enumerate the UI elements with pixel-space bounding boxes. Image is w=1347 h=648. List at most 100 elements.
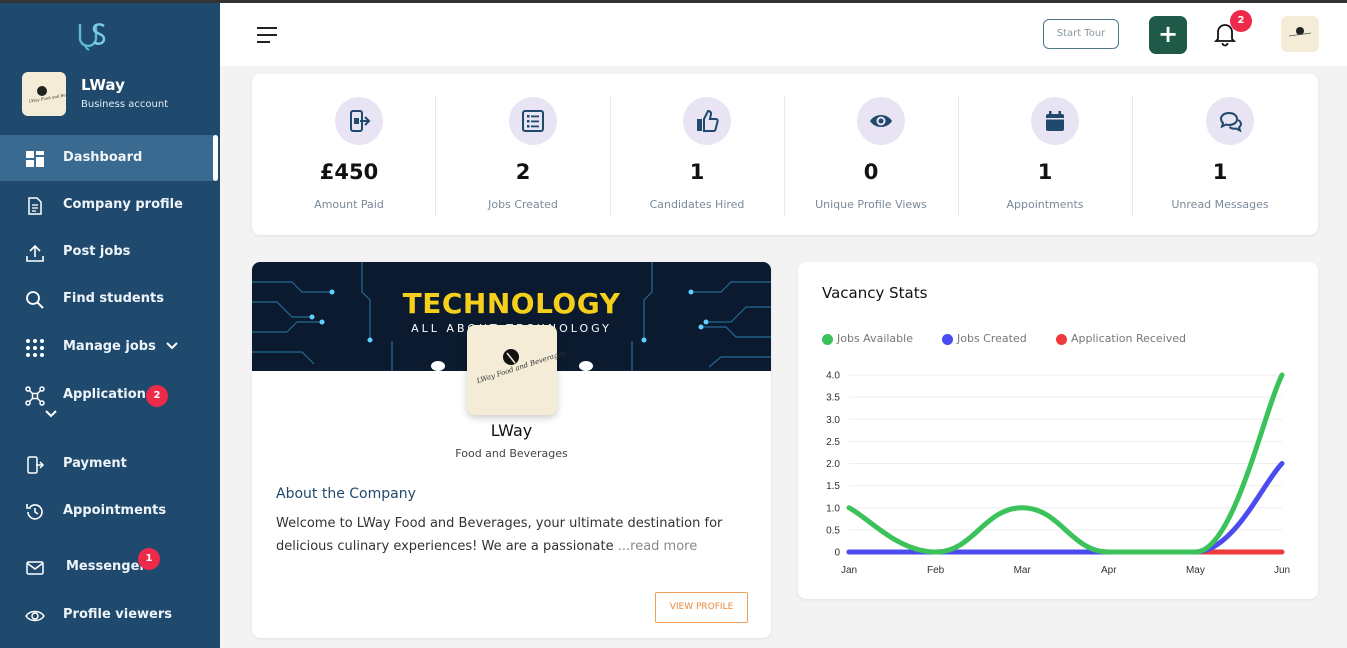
sidebar-item-label: Applications [63, 387, 154, 402]
calendar-icon [1046, 111, 1064, 131]
legend-dot [822, 334, 833, 345]
stat-jobs-created: 2 Jobs Created [436, 74, 610, 235]
company-logo-icon [1288, 27, 1312, 37]
stat-amount-paid: £450 Amount Paid [262, 74, 436, 235]
stat-icon-circle [1206, 97, 1254, 145]
sidebar-item-payment[interactable]: Payment [0, 441, 214, 487]
sidebar-item-appointments[interactable]: Appointments [0, 488, 214, 534]
user-avatar[interactable] [1281, 16, 1319, 52]
y-tick-label: 2.0 [826, 459, 840, 470]
stat-value: 0 [863, 160, 879, 184]
read-more-link[interactable]: ...read more [618, 539, 697, 554]
company-logo-icon: LWay Food and Bev [29, 86, 69, 104]
sidebar-item-label: Appointments [63, 503, 167, 518]
sidebar: LWay Food and Bev LWay Business account … [0, 0, 220, 648]
mail-icon [26, 561, 44, 575]
messenger-badge: 1 [138, 548, 160, 570]
payment-icon [350, 110, 371, 132]
sidebar-item-applications[interactable]: Applications 2 [0, 372, 214, 418]
sidebar-item-label: Company profile [63, 197, 183, 212]
window-top-border [0, 0, 1347, 3]
account-name: LWay [81, 76, 125, 94]
stat-value: 1 [1037, 160, 1053, 184]
account-type: Business account [81, 99, 169, 110]
stat-label: Amount Paid [314, 198, 384, 211]
sidebar-item-label: Messenger [66, 559, 146, 574]
start-tour-button[interactable]: Start Tour [1043, 19, 1119, 49]
y-tick-label: 1.5 [826, 481, 840, 492]
eye-icon [25, 610, 45, 622]
sidebar-item-label: Payment [63, 456, 127, 471]
vacancy-stats-card: Vacancy Stats Jobs Available Jobs Create… [798, 262, 1318, 599]
stat-value: 2 [515, 160, 531, 184]
account-switcher[interactable]: LWay Food and Bev LWay Business account [22, 72, 212, 118]
dashboard-icon [26, 151, 44, 167]
legend-label: Jobs Available [837, 332, 913, 345]
sidebar-item-label: Post jobs [63, 244, 131, 259]
sidebar-item-company-profile[interactable]: Company profile [0, 182, 214, 228]
sidebar-item-label: Profile viewers [63, 607, 173, 622]
stats-card: £450 Amount Paid 2 Jobs Created 1 Candid… [252, 74, 1318, 235]
notification-badge: 2 [1230, 10, 1252, 32]
stat-label: Jobs Created [488, 198, 558, 211]
sidebar-item-messenger[interactable]: Messenger 1 [0, 544, 214, 590]
legend-dot [1056, 334, 1067, 345]
stat-appointments: 1 Appointments [958, 74, 1132, 235]
sidebar-item-dashboard[interactable]: Dashboard [0, 135, 214, 181]
y-tick-label: 3.0 [826, 415, 840, 426]
sidebar-item-label: Dashboard [63, 150, 143, 165]
banner-title: TECHNOLOGY [402, 287, 621, 320]
sidebar-item-profile-viewers[interactable]: Profile viewers [0, 592, 214, 638]
vacancy-line-chart: 0 0.5 1.0 1.5 2.0 2.5 3.0 3.5 4.0 Jan Feb Mar Apr May… [826, 371, 1290, 577]
legend-dot [942, 334, 953, 345]
x-tick-label: Jun [1274, 565, 1290, 576]
x-tick-label: Apr [1101, 565, 1117, 576]
upload-icon [26, 244, 44, 262]
y-tick-label: 4.0 [826, 371, 840, 382]
legend-label: Application Received [1071, 332, 1187, 345]
y-tick-label: 0.5 [826, 525, 840, 536]
eye-icon [870, 115, 892, 127]
sidebar-item-post-jobs[interactable]: Post jobs [0, 229, 214, 275]
stat-value: 1 [1212, 160, 1228, 184]
chevron-down-icon[interactable] [44, 408, 58, 420]
y-tick-label: 3.5 [826, 393, 840, 404]
grid-icon [26, 339, 44, 357]
stat-value: £450 [319, 160, 379, 184]
about-heading: About the Company [276, 486, 416, 502]
sidebar-item-find-students[interactable]: Find students [0, 276, 214, 322]
stat-icon-circle [857, 97, 905, 145]
y-tick-label: 1.0 [826, 503, 840, 514]
add-button[interactable]: + [1149, 16, 1187, 54]
chat-icon [1219, 111, 1242, 133]
active-indicator [213, 135, 218, 181]
stat-unread-messages: 1 Unread Messages [1133, 74, 1307, 235]
chevron-down-icon[interactable] [165, 340, 179, 352]
view-profile-button[interactable]: VIEW PROFILE [655, 592, 748, 623]
x-tick-label: Jan [841, 565, 857, 576]
thumbs-up-icon [697, 109, 719, 132]
y-tick-label: 2.5 [826, 437, 840, 448]
company-category: Food and Beverages [455, 447, 568, 460]
brand-logo-icon[interactable] [74, 18, 110, 54]
stat-label: Appointments [1006, 198, 1084, 211]
list-icon [522, 110, 544, 132]
sidebar-item-manage-jobs[interactable]: Manage jobs [0, 324, 214, 370]
sidebar-item-label: Find students [63, 291, 164, 306]
x-tick-label: Mar [1014, 565, 1032, 576]
about-text: Welcome to LWay Food and Beverages, your… [276, 512, 746, 558]
chart-title: Vacancy Stats [822, 284, 928, 302]
x-tick-label: Feb [927, 565, 945, 576]
company-avatar: LWay Food and Bev [22, 72, 69, 116]
company-card: TECHNOLOGY ALL ABOUT TECHNOLOGY LWay Foo… [252, 262, 771, 638]
history-icon [26, 504, 43, 520]
stat-label: Candidates Hired [649, 198, 745, 211]
network-icon [25, 386, 45, 406]
menu-icon[interactable] [256, 25, 278, 45]
legend-label: Jobs Created [957, 332, 1027, 345]
x-tick-label: May [1186, 565, 1205, 576]
stat-label: Unique Profile Views [815, 198, 927, 211]
stat-label: Unread Messages [1171, 198, 1269, 211]
document-icon [28, 197, 42, 215]
stat-candidates-hired: 1 Candidates Hired [610, 74, 784, 235]
